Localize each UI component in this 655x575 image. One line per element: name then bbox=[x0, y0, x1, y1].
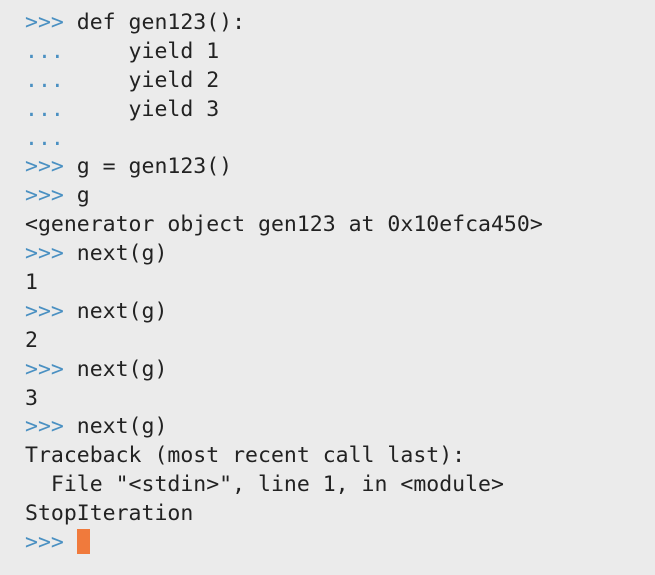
output-text: 3 bbox=[25, 385, 38, 411]
terminal-line: 1 bbox=[25, 269, 655, 298]
active-input-line[interactable]: >>> bbox=[25, 529, 655, 558]
prompt-marker: >>> bbox=[25, 10, 77, 35]
prompt-marker: >>> bbox=[25, 298, 77, 324]
terminal-line: File "<stdin>", line 1, in <module> bbox=[25, 471, 655, 500]
text-cursor bbox=[76, 529, 90, 555]
terminal-line: <generator object gen123 at 0x10efca450> bbox=[25, 211, 655, 240]
prompt-marker: >>> bbox=[25, 414, 77, 440]
input-code: next(g) bbox=[76, 356, 168, 382]
terminal-line: Traceback (most recent call last): bbox=[25, 442, 655, 471]
prompt-marker: >>> bbox=[25, 183, 77, 209]
continuation-marker: ... bbox=[25, 38, 77, 64]
input-code: yield 1 bbox=[76, 38, 220, 64]
terminal-line: >>> next(g) bbox=[25, 298, 655, 327]
traceback-frame: File "<stdin>", line 1, in <module> bbox=[25, 472, 504, 498]
output-text: <generator object gen123 at 0x10efca450> bbox=[25, 212, 543, 238]
terminal-line: >>> next(g) bbox=[25, 356, 655, 385]
terminal-window[interactable]: >>> def gen123(): ... yield 1 ... yield … bbox=[0, 0, 655, 575]
terminal-line: >>> next(g) bbox=[25, 240, 655, 269]
prompt-marker: >>> bbox=[25, 154, 77, 180]
prompt-marker: >>> bbox=[25, 356, 77, 382]
input-code: next(g) bbox=[76, 298, 168, 324]
output-text: 1 bbox=[25, 270, 38, 296]
continuation-marker: ... bbox=[25, 67, 77, 93]
input-code: g bbox=[76, 183, 90, 209]
terminal-line: ... yield 3 bbox=[25, 96, 655, 125]
prompt-marker: >>> bbox=[25, 241, 77, 267]
terminal-line: ... yield 2 bbox=[25, 67, 655, 96]
input-code: yield 3 bbox=[76, 96, 220, 122]
output-text: 2 bbox=[25, 327, 38, 353]
terminal-line: ... bbox=[25, 125, 655, 154]
exception-name: StopIteration bbox=[25, 501, 194, 527]
terminal-line: >>> def gen123(): bbox=[25, 9, 655, 38]
terminal-line: 2 bbox=[25, 327, 655, 356]
continuation-marker: ... bbox=[25, 125, 64, 151]
input-code: next(g) bbox=[76, 241, 168, 267]
terminal-line: ... yield 1 bbox=[25, 38, 655, 67]
terminal-line: 3 bbox=[25, 385, 655, 414]
terminal-line: >>> next(g) bbox=[25, 413, 655, 442]
prompt-marker: >>> bbox=[25, 530, 77, 556]
continuation-marker: ... bbox=[25, 96, 77, 122]
input-code: def gen123(): bbox=[76, 10, 246, 35]
traceback-header: Traceback (most recent call last): bbox=[25, 443, 466, 469]
input-code: g = gen123() bbox=[76, 154, 233, 180]
terminal-line: >>> g bbox=[25, 182, 655, 211]
input-code: yield 2 bbox=[76, 67, 220, 93]
terminal-line: StopIteration bbox=[25, 500, 655, 529]
input-code: next(g) bbox=[76, 414, 168, 440]
terminal-line: >>> g = gen123() bbox=[25, 153, 655, 182]
